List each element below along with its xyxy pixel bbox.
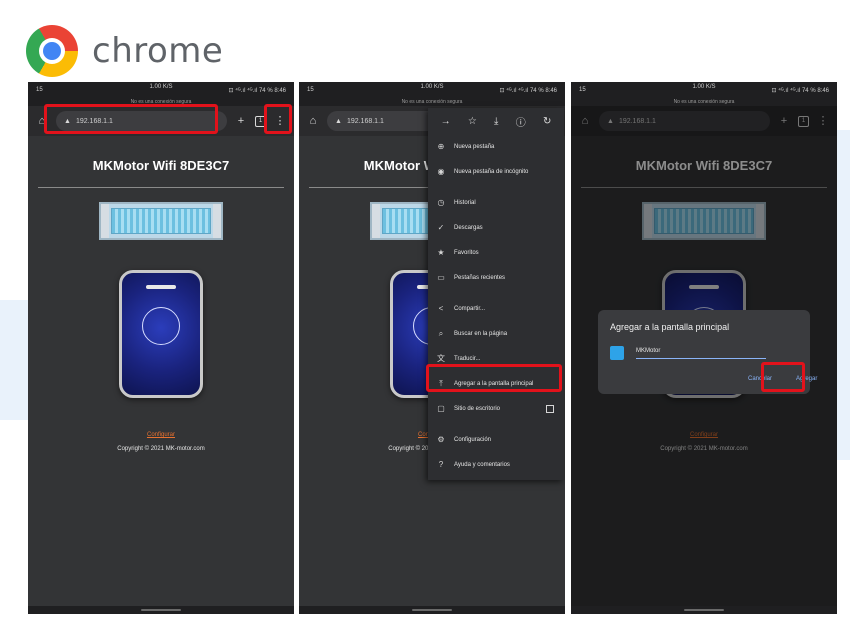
menu-item-history[interactable]: ◷ Historial — [428, 190, 564, 215]
menu-icon-row: → ☆ ⤓ ⓘ ↻ — [428, 108, 564, 134]
menu-item-label: Descargas — [454, 224, 483, 231]
not-secure-notice: No es una conexión segura — [299, 98, 565, 106]
phone-screen-1: 15 1.00 K/S ⊡ ⁴ᴳ.ıl ⁴ᴳ.ıl 74 % 8:46 No e… — [28, 82, 294, 614]
menu-item-downloads[interactable]: ✓ Descargas — [428, 215, 564, 240]
forward-icon[interactable]: → — [441, 116, 451, 127]
not-secure-notice: No es una conexión segura — [571, 98, 837, 106]
status-right: ⊡ ⁴ᴳ.ıl ⁴ᴳ.ıl 74 % 8:46 — [228, 87, 287, 94]
status-right: ⊡ ⁴ᴳ.ıl ⁴ᴳ.ıl 74 % 8:46 — [499, 87, 558, 94]
gate-image — [99, 202, 223, 240]
find-icon: ⌕ — [438, 328, 444, 338]
status-center: 1.00 K/S — [692, 84, 716, 90]
share-icon: < — [438, 304, 444, 313]
copyright-text: Copyright © 2021 MK-motor.com — [117, 446, 205, 452]
menu-item-bookmarks[interactable]: ★ Favoritos — [428, 240, 564, 265]
home-icon[interactable]: ⌂ — [305, 113, 321, 129]
menu-item-label: Traducir... — [454, 355, 481, 362]
download-icon[interactable]: ⤓ — [494, 116, 498, 127]
menu-item-label: Nueva pestaña — [454, 143, 495, 150]
desktop-site-checkbox[interactable] — [546, 404, 554, 413]
warning-icon: ▲ — [335, 117, 342, 125]
status-center: 1.00 K/S — [420, 84, 444, 90]
history-icon: ◷ — [437, 198, 445, 207]
gear-icon: ⚙ — [437, 435, 445, 444]
phone-screen-3: 15 1.00 K/S ⊡ ⁴ᴳ.ıl ⁴ᴳ.ıl 74 % 8:46 No e… — [571, 82, 837, 614]
chrome-header: chrome — [26, 22, 223, 80]
highlight-menu-button — [264, 104, 292, 134]
highlight-add-to-home — [426, 364, 562, 392]
chrome-overflow-menu: → ☆ ⤓ ⓘ ↻ ⊕ Nueva pestaña ◉ Nueva pestañ… — [428, 108, 564, 480]
status-bar: 15 1.00 K/S ⊡ ⁴ᴳ.ıl ⁴ᴳ.ıl 74 % 8:46 — [28, 82, 294, 98]
help-icon: ? — [438, 460, 444, 469]
status-left: 15 — [307, 87, 314, 93]
bookmark-star-icon[interactable]: ☆ — [468, 116, 477, 127]
shortcut-name-input[interactable]: MKMotor — [636, 348, 766, 359]
menu-item-share[interactable]: < Compartir... — [428, 296, 564, 321]
status-left: 15 — [579, 87, 586, 93]
incognito-icon: ◉ — [437, 167, 445, 176]
menu-item-label: Sitio de escritorio — [454, 405, 501, 412]
translate-icon: 文 — [437, 354, 445, 363]
menu-item-new-tab[interactable]: ⊕ Nueva pestaña — [428, 134, 564, 159]
highlight-address-bar — [44, 104, 218, 134]
menu-item-label: Buscar en la página — [454, 330, 508, 337]
info-icon[interactable]: ⓘ — [516, 114, 526, 129]
page-title: MKMotor Wifi 8DE3C7 — [92, 158, 230, 173]
menu-item-label: Pestañas recientes — [454, 274, 506, 281]
phone-screen-2: 15 1.00 K/S ⊡ ⁴ᴳ.ıl ⁴ᴳ.ıl 74 % 8:46 No e… — [299, 82, 565, 614]
highlight-add-button — [761, 362, 805, 392]
menu-item-label: Compartir... — [454, 305, 486, 312]
downloads-icon: ✓ — [437, 223, 445, 232]
nav-bar — [299, 606, 565, 614]
status-bar: 15 1.00 K/S ⊡ ⁴ᴳ.ıl ⁴ᴳ.ıl 74 % 8:46 — [571, 82, 837, 98]
new-tab-button[interactable]: + — [233, 113, 249, 129]
address-bar-url: 192.168.1.1 — [346, 117, 384, 125]
dialog-title: Agregar a la pantalla principal — [610, 322, 730, 332]
remote-ring-icon — [142, 307, 180, 345]
menu-item-help[interactable]: ? Ayuda y comentarios — [428, 452, 564, 477]
nav-bar — [28, 606, 294, 614]
menu-item-label: Nueva pestaña de incógnito — [454, 168, 529, 175]
menu-item-label: Historial — [454, 199, 476, 206]
desktop-icon: ▢ — [437, 404, 445, 413]
menu-item-find-in-page[interactable]: ⌕ Buscar en la página — [428, 321, 564, 346]
remote-led — [146, 285, 176, 289]
menu-item-incognito[interactable]: ◉ Nueva pestaña de incógnito — [428, 159, 564, 184]
recent-tabs-icon: ▭ — [437, 273, 445, 282]
menu-item-desktop-site[interactable]: ▢ Sitio de escritorio — [428, 396, 564, 421]
star-icon: ★ — [437, 248, 445, 257]
menu-item-recent-tabs[interactable]: ▭ Pestañas recientes — [428, 265, 564, 290]
menu-item-label: Configuración — [454, 436, 492, 443]
menu-item-label: Favoritos — [454, 249, 479, 256]
divider — [38, 187, 284, 188]
menu-item-settings[interactable]: ⚙ Configuración — [428, 427, 564, 452]
chrome-logo-icon — [26, 25, 78, 77]
remote-control-button[interactable] — [119, 270, 203, 398]
chrome-wordmark: chrome — [92, 31, 224, 71]
config-link[interactable]: Configurar — [28, 432, 294, 438]
status-center: 1.00 K/S — [149, 84, 173, 90]
status-right: ⊡ ⁴ᴳ.ıl ⁴ᴳ.ıl 74 % 8:46 — [771, 87, 830, 94]
reload-icon[interactable]: ↻ — [543, 116, 551, 127]
status-left: 15 — [36, 87, 43, 93]
menu-item-label: Ayuda y comentarios — [454, 461, 510, 468]
new-tab-icon: ⊕ — [437, 142, 445, 151]
app-icon — [610, 346, 624, 360]
status-bar: 15 1.00 K/S ⊡ ⁴ᴳ.ıl ⁴ᴳ.ıl 74 % 8:46 — [299, 82, 565, 98]
nav-bar — [571, 606, 837, 614]
